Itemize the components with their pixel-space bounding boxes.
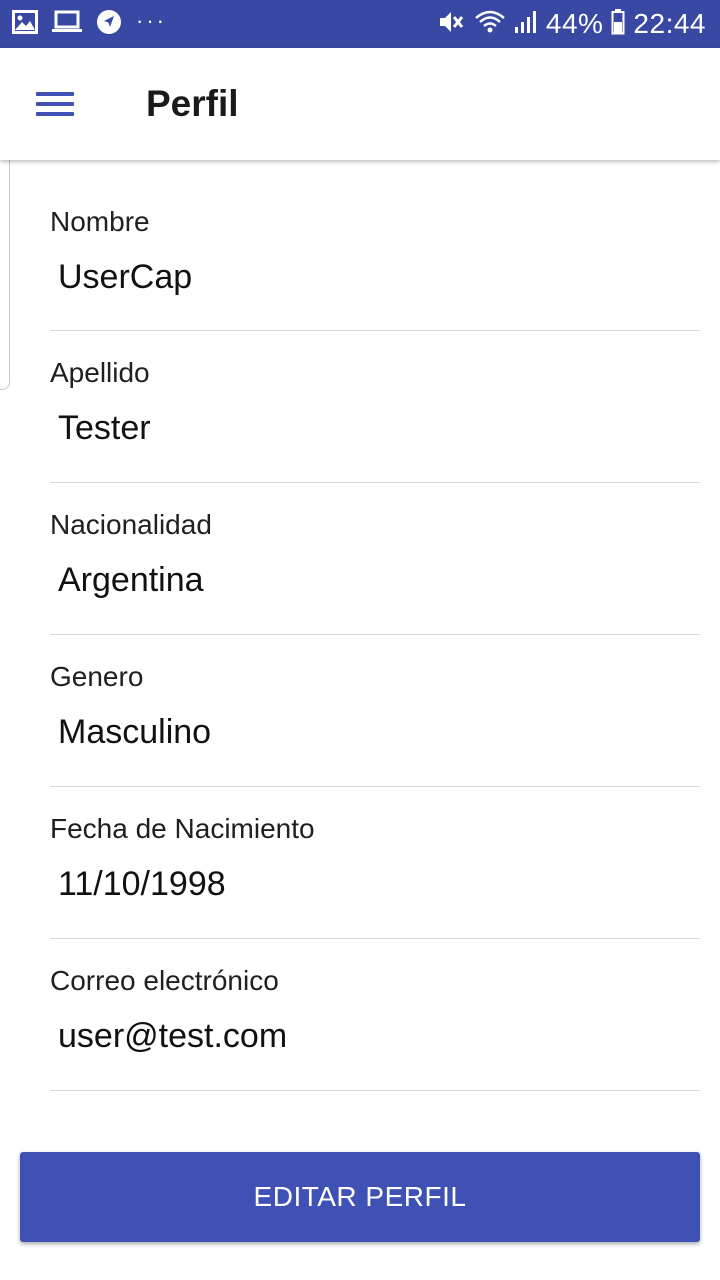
field-value: Argentina bbox=[58, 561, 204, 599]
navigation-icon bbox=[96, 9, 122, 40]
drawer-edge-handle[interactable] bbox=[0, 152, 10, 390]
status-left-icons: ··· bbox=[12, 8, 181, 40]
mute-icon bbox=[438, 9, 466, 40]
wifi-icon bbox=[474, 9, 506, 40]
laptop-icon bbox=[52, 10, 82, 39]
field-apellido: Apellido Tester bbox=[50, 331, 700, 483]
clock: 22:44 bbox=[633, 8, 706, 39]
field-value: user@test.com bbox=[58, 1017, 288, 1055]
field-value: UserCap bbox=[58, 258, 193, 296]
battery-icon bbox=[611, 8, 625, 40]
hamburger-menu-icon[interactable] bbox=[36, 84, 76, 124]
field-nombre: Nombre UserCap bbox=[50, 160, 700, 331]
field-nacionalidad: Nacionalidad Argentina bbox=[50, 483, 700, 635]
gallery-icon bbox=[12, 9, 38, 39]
status-right-icons: 44% 22:44 bbox=[430, 8, 706, 40]
battery-percent: 44% bbox=[545, 8, 604, 39]
field-label: Nombre bbox=[50, 206, 150, 237]
field-correo: Correo electrónico user@test.com bbox=[50, 939, 700, 1091]
field-label: Apellido bbox=[50, 357, 150, 388]
field-genero: Genero Masculino bbox=[50, 635, 700, 787]
field-label: Correo electrónico bbox=[50, 965, 279, 996]
field-fecha-nacimiento: Fecha de Nacimiento 11/10/1998 bbox=[50, 787, 700, 939]
page-title: Perfil bbox=[146, 83, 239, 124]
field-value: 11/10/1998 bbox=[58, 865, 226, 903]
app-bar: Perfil bbox=[0, 48, 720, 160]
field-label: Nacionalidad bbox=[50, 509, 212, 540]
profile-fields: Nombre UserCap Apellido Tester Nacionali… bbox=[50, 160, 700, 1091]
status-bar: ··· 44% 22:44 bbox=[0, 0, 720, 48]
field-label: Genero bbox=[50, 661, 144, 692]
field-label: Fecha de Nacimiento bbox=[50, 813, 315, 844]
field-value: Masculino bbox=[58, 713, 212, 751]
edit-profile-button[interactable]: EDITAR PERFIL bbox=[20, 1152, 700, 1242]
field-value: Tester bbox=[58, 409, 151, 447]
overflow-dots: ··· bbox=[136, 8, 167, 33]
signal-icon bbox=[514, 10, 538, 39]
